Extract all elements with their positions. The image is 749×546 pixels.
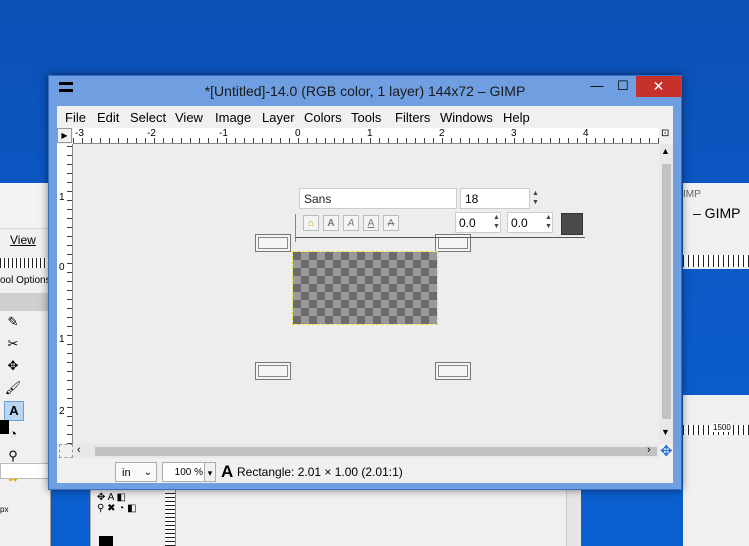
horizontal-scrollbar[interactable]: ‹ › [73, 444, 659, 458]
scissors-tool-icon[interactable]: ✂ [4, 335, 22, 353]
background-input[interactable] [0, 463, 50, 479]
chevron-down-icon: ⌄ [143, 467, 152, 478]
vertical-scroll-thumb[interactable] [662, 164, 671, 419]
unit-value: in [122, 467, 131, 479]
background-menu-view[interactable]: View [10, 233, 36, 247]
ruler-tick-label: 1 [59, 334, 65, 345]
vertical-scrollbar[interactable]: ▲ ▼ [659, 144, 673, 444]
background-title: – GIMP [693, 205, 741, 221]
strikethrough-style-button[interactable]: A [383, 215, 399, 231]
text-toolbox-underline [295, 237, 585, 238]
background-ruler-label: 1500 [713, 423, 731, 432]
font-size-field[interactable]: 18 [460, 188, 530, 209]
ruler-menu-button[interactable]: ▶ [57, 128, 72, 143]
text-color-swatch[interactable] [561, 213, 583, 235]
window-client-area: File Edit Select View Image Layer Colors… [57, 106, 673, 483]
background-vertical-ruler [165, 488, 176, 546]
background-fg-color-swatch [99, 536, 113, 546]
background-unit-select[interactable]: px [0, 505, 40, 517]
background-scrollbar [566, 488, 581, 546]
ruler-tick-label: 1 [59, 192, 65, 203]
ruler-tick-label: 2 [439, 128, 445, 139]
ruler-tick-label: 0 [295, 128, 301, 139]
zoom-dropdown-button[interactable]: ▾ [204, 462, 216, 482]
resize-handle-bottom-left[interactable] [255, 362, 291, 380]
clear-style-icon[interactable]: ⌂ [303, 215, 319, 231]
background-gimp-window-right: IMP – GIMP [683, 183, 749, 269]
scroll-right-icon[interactable]: › [647, 444, 651, 456]
background-fg-color[interactable] [0, 420, 9, 434]
scroll-left-icon[interactable]: ‹ [77, 444, 81, 456]
paint-tool-icon[interactable]: ✎ [4, 313, 22, 331]
menu-image[interactable]: Image [215, 110, 251, 125]
ruler-tick-label: 2 [59, 406, 65, 417]
menu-colors[interactable]: Colors [304, 110, 342, 125]
brush-tool-icon[interactable]: 🖌 [4, 379, 22, 397]
ruler-tick-label: 0 [59, 262, 65, 273]
status-bar: in ⌄ 100 % ▾ A Rectangle: 2.01 × 1.00 (2… [57, 460, 673, 483]
menu-windows[interactable]: Windows [440, 110, 493, 125]
horizontal-scroll-thumb[interactable] [95, 447, 657, 456]
scroll-down-icon[interactable]: ▼ [661, 427, 670, 437]
baseline-spinner[interactable]: ▲ ▼ [493, 213, 503, 231]
italic-style-button[interactable]: A [343, 215, 359, 231]
background-toolbox-header [0, 293, 50, 311]
unit-select[interactable]: in ⌄ [115, 462, 157, 482]
ruler-tick-label: -1 [219, 128, 228, 139]
font-field[interactable]: Sans [299, 188, 457, 209]
menu-view[interactable]: View [175, 110, 203, 125]
resize-handle-bottom-right[interactable] [435, 362, 471, 380]
resize-handle-top-left[interactable] [255, 234, 291, 252]
ruler-tick-label: 1 [367, 128, 373, 139]
image-canvas[interactable]: Sans 18 ▲ ▼ ⌂ A A A A 0.0 ▲ ▼ 0.0 ▲ ▼ [73, 144, 659, 444]
menu-layer[interactable]: Layer [262, 110, 295, 125]
kerning-spinner[interactable]: ▲ ▼ [545, 213, 555, 231]
status-message: Rectangle: 2.01 × 1.00 (2.01:1) [237, 465, 403, 479]
window-titlebar[interactable]: *[Untitled]-14.0 (RGB color, 1 layer) 14… [49, 76, 681, 106]
menu-file[interactable]: File [65, 110, 86, 125]
mini-tool-icon: ⚲ ✖ ◔ ◧ [97, 503, 137, 514]
move-tool-icon[interactable]: ✥ [4, 357, 22, 375]
ruler-tick-label: 4 [583, 128, 589, 139]
background-ruler-right [683, 255, 749, 267]
quick-mask-toggle[interactable] [59, 444, 73, 458]
background-title-fragment: IMP [683, 189, 701, 200]
ruler-tick-label: 3 [511, 128, 517, 139]
text-tool-icon[interactable]: A [4, 401, 24, 421]
bold-style-button[interactable]: A [323, 215, 339, 231]
menu-tools[interactable]: Tools [351, 110, 381, 125]
ruler-tick-label: -2 [147, 128, 156, 139]
menu-edit[interactable]: Edit [97, 110, 119, 125]
vertical-ruler[interactable]: 1 0 1 2 [57, 144, 73, 444]
transparent-layer[interactable] [292, 251, 438, 325]
ruler-tick-label: -3 [75, 128, 84, 139]
background-image-window: ✥ A ◧ ⚲ ✖ ◔ ◧ [90, 488, 581, 546]
font-size-spinner[interactable]: ▲ ▼ [532, 189, 542, 207]
background-window-titlebar [0, 183, 50, 229]
menu-help[interactable]: Help [503, 110, 530, 125]
mini-tool-icon: ✥ A ◧ [97, 492, 126, 503]
text-tool-icon: A [221, 462, 234, 481]
horizontal-ruler[interactable]: -3 -2 -1 0 1 2 3 4 [73, 128, 659, 144]
menubar: File Edit Select View Image Layer Colors… [57, 106, 673, 128]
background-ruler [0, 258, 50, 268]
underline-style-button[interactable]: A [363, 215, 379, 231]
background-mini-tools: ✥ A ◧ ⚲ ✖ ◔ ◧ [97, 492, 157, 514]
navigate-icon[interactable]: ✥ [660, 442, 673, 460]
gimp-image-window[interactable]: *[Untitled]-14.0 (RGB color, 1 layer) 14… [48, 75, 682, 490]
zoom-to-fit-icon[interactable]: ⊡ [661, 128, 673, 143]
background-gimp-toolbox-window[interactable]: View ool Options ✎ ✂ ✥ 🖌 A ◔ ⚲ ✖ px [0, 183, 51, 546]
background-tool-options-label: ool Options [0, 275, 51, 286]
maximize-button[interactable]: ☐ [610, 76, 636, 97]
background-gimp-window-right-lower: 1500 [683, 395, 749, 546]
minimize-button[interactable]: — [584, 76, 610, 97]
scroll-up-icon[interactable]: ▲ [661, 146, 670, 156]
menu-filters[interactable]: Filters [395, 110, 430, 125]
menu-select[interactable]: Select [130, 110, 166, 125]
close-button[interactable]: ✕ [636, 76, 681, 97]
